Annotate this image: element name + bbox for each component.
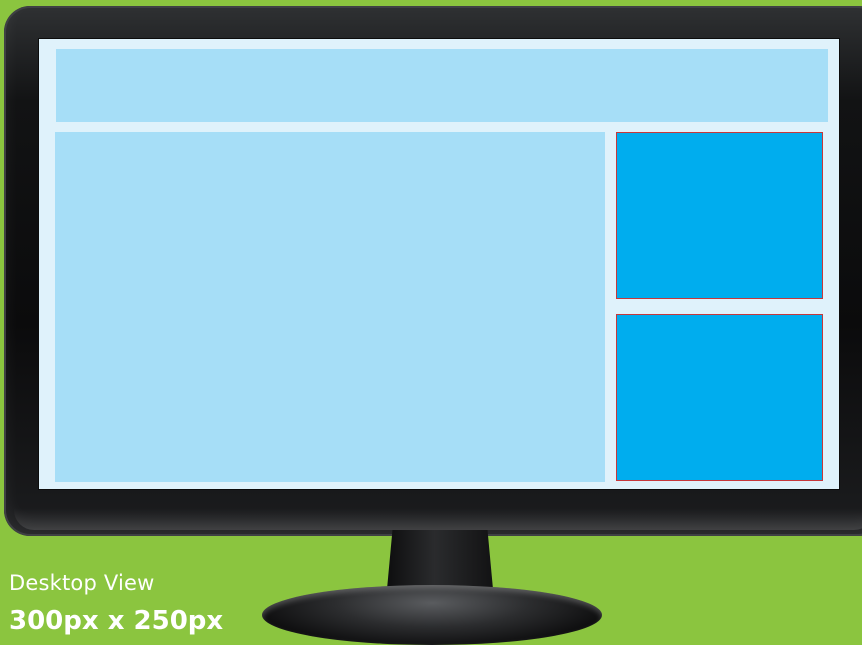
ad-unit-top [616, 132, 823, 299]
view-label: Desktop View [9, 571, 155, 595]
ad-unit-bottom [616, 314, 823, 481]
content-placeholder [55, 132, 605, 482]
illustration: Desktop View 300px x 250px [0, 0, 862, 645]
monitor-stand-base [262, 585, 602, 645]
monitor-screen [38, 38, 840, 490]
size-label: 300px x 250px [9, 606, 224, 636]
header-placeholder [56, 49, 828, 122]
